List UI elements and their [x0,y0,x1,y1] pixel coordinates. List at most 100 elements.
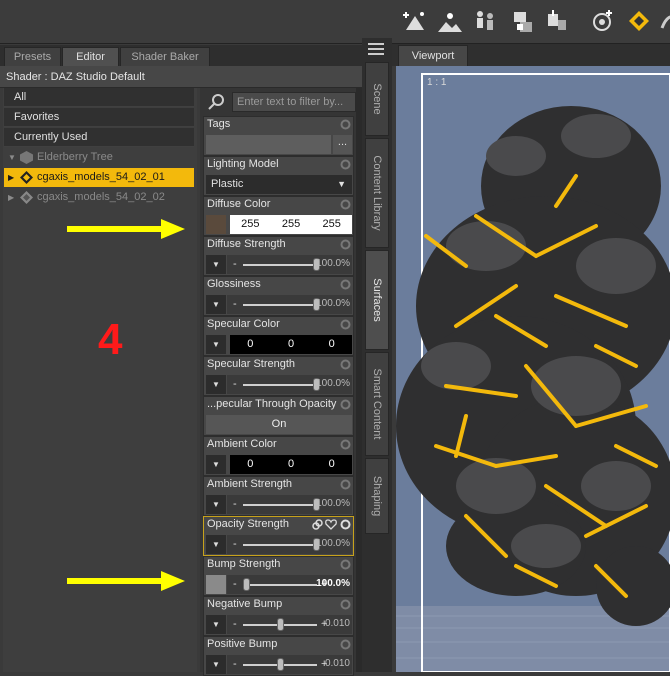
gear-icon[interactable] [340,359,351,370]
minus-icon[interactable]: - [233,298,237,310]
prop-label: ...pecular Through Opacity [207,398,337,410]
tab-shader-baker[interactable]: Shader Baker [120,47,210,66]
tab-content-library[interactable]: Content Library [365,138,389,248]
list-item-all[interactable]: All [4,88,194,107]
surface-selection-icon[interactable] [626,8,652,34]
minus-icon[interactable]: - [233,378,237,390]
tab-shaping[interactable]: Shaping [365,458,389,534]
tags-field[interactable] [206,135,331,154]
tab-smart-content[interactable]: Smart Content [365,352,389,456]
gear-icon[interactable] [340,239,351,250]
minus-icon[interactable]: - [233,258,237,270]
link-icon[interactable] [312,519,323,530]
gear-icon[interactable] [340,519,351,530]
list-item-currently-used[interactable]: Currently Used [4,128,194,147]
glossiness-slider[interactable]: - 100.0% [227,295,352,314]
diffuse-strength-slider[interactable]: - 100.0% [227,255,352,274]
lock-icon[interactable] [508,8,534,34]
map-dropdown-button[interactable]: ▼ [206,335,226,354]
tree-item-elderberry-tree[interactable]: ▼ Elderberry Tree [4,148,194,167]
gear-icon[interactable] [340,399,351,410]
specular-strength-slider[interactable]: - 100.0% [227,375,352,394]
diffuse-color-swatch[interactable]: 255 255 255 [230,215,352,234]
filter-bar: Enter text to filter by... [206,91,356,113]
slider-value[interactable]: 100.0% [316,498,350,509]
slider-knob[interactable] [277,658,284,671]
tab-scene[interactable]: Scene [365,62,389,136]
map-dropdown-button[interactable]: ▼ [206,375,226,394]
slider-knob[interactable] [277,618,284,631]
specular-through-opacity-toggle[interactable]: On [206,415,352,434]
slider-value[interactable]: -0.010 [322,618,350,629]
map-dropdown-button[interactable]: ▼ [206,655,226,674]
slider-value[interactable]: 100.0% [316,258,350,269]
opacity-strength-slider[interactable]: - 100.0% [227,535,352,554]
minus-icon[interactable]: - [233,498,237,510]
map-dropdown-button[interactable]: ▼ [206,495,226,514]
map-dropdown-button[interactable]: ▼ [206,535,226,554]
negative-bump-slider[interactable]: - + -0.010 [227,615,352,634]
prop-specular-strength: Specular Strength ▼ - 100.0% [203,356,354,396]
minus-icon[interactable]: - [233,538,237,550]
lighting-model-select[interactable]: Plastic ▼ [206,175,352,194]
gear-icon[interactable] [340,319,351,330]
tree-item-surface[interactable]: ▶ cgaxis_models_54_02_02 [4,188,194,207]
texture-map-thumbnail[interactable] [206,575,226,594]
prop-ambient-color: Ambient Color ▼ 0 0 0 [203,436,354,476]
gear-icon[interactable] [340,439,351,450]
list-item-favorites[interactable]: Favorites [4,108,194,127]
map-dropdown-button[interactable]: ▼ [206,615,226,634]
ambient-color-swatch[interactable]: 0 0 0 [230,455,352,474]
favorite-heart-icon[interactable] [325,519,337,530]
figures-icon[interactable] [472,8,498,34]
map-dropdown-button[interactable]: ▼ [206,295,226,314]
gear-icon[interactable] [340,479,351,490]
tree-item-surface-selected[interactable]: ▶ cgaxis_models_54_02_01 [4,168,194,187]
tab-surfaces[interactable]: Surfaces [365,250,389,350]
universal-tool-icon[interactable] [590,8,616,34]
gear-icon[interactable] [340,279,351,290]
slider-knob[interactable] [243,578,250,591]
map-dropdown-button[interactable]: ▼ [206,455,226,474]
expand-triangle-icon[interactable]: ▶ [8,168,14,187]
sun-light-icon[interactable] [436,8,462,34]
panel-menu-icon[interactable] [368,42,384,56]
transform-icon[interactable] [544,8,570,34]
add-node-icon[interactable] [402,8,428,34]
slider-value[interactable]: 100.0% [316,578,350,589]
prop-label: Bump Strength [207,558,281,570]
tab-viewport[interactable]: Viewport [398,45,468,66]
gear-icon[interactable] [340,559,351,570]
tree-render [396,66,670,673]
gear-icon[interactable] [340,639,351,650]
prop-label: Specular Color [207,318,280,330]
slider-value[interactable]: 0.010 [325,658,350,669]
gear-icon[interactable] [340,159,351,170]
ambient-strength-slider[interactable]: - 100.0% [227,495,352,514]
gear-icon[interactable] [340,599,351,610]
minus-icon[interactable]: - [233,578,237,590]
slider-value[interactable]: 100.0% [316,298,350,309]
minus-icon[interactable]: - [233,618,237,630]
slider-value[interactable]: 100.0% [316,378,350,389]
specular-color-swatch[interactable]: 0 0 0 [230,335,352,354]
filter-input[interactable]: Enter text to filter by... [232,92,356,112]
minus-icon[interactable]: - [233,658,237,670]
bump-strength-slider[interactable]: - + 100.0% [227,575,352,594]
expand-triangle-icon[interactable]: ▶ [8,188,14,207]
positive-bump-slider[interactable]: - + 0.010 [227,655,352,674]
slider-value[interactable]: 100.0% [316,538,350,549]
prop-specular-color: Specular Color ▼ 0 0 0 [203,316,354,356]
gear-icon[interactable] [340,199,351,210]
tab-presets[interactable]: Presets [4,47,61,66]
texture-map-thumbnail[interactable] [206,215,226,234]
prop-label: Tags [207,118,231,130]
node-weight-icon[interactable] [658,8,670,34]
tags-browse-button[interactable]: ... [333,135,352,154]
viewport-canvas[interactable] [396,66,670,673]
slider-track [243,384,317,386]
gear-icon[interactable] [340,119,351,130]
map-dropdown-button[interactable]: ▼ [206,255,226,274]
expand-triangle-icon[interactable]: ▼ [8,148,16,167]
tab-editor[interactable]: Editor [62,47,119,66]
